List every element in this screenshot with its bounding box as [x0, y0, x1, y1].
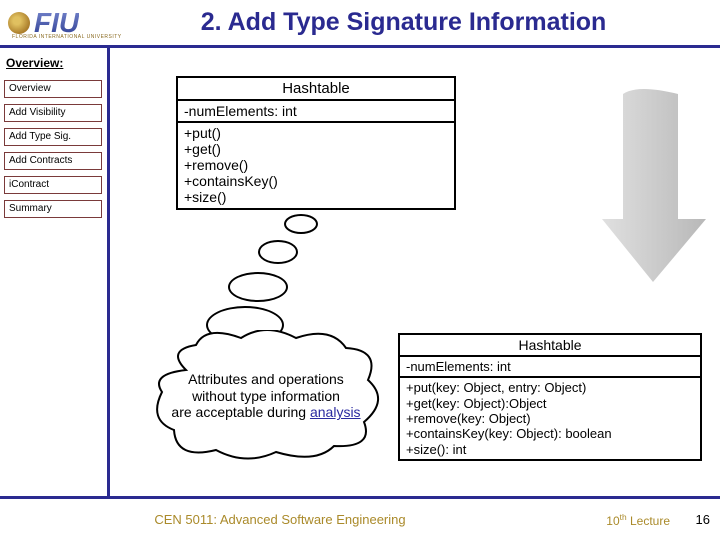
thought-bubble-3	[228, 272, 288, 302]
sidebar-item-add-contracts[interactable]: Add Contracts	[4, 152, 102, 170]
uml-class-before: Hashtable -numElements: int +put() +get(…	[176, 76, 456, 210]
sidebar-item-overview[interactable]: Overview	[4, 80, 102, 98]
sidebar-item-add-type-sig[interactable]: Add Type Sig.	[4, 128, 102, 146]
footer-source: CEN 5011: Advanced Software Engineering	[10, 512, 550, 527]
arrow-down-icon	[598, 84, 708, 284]
uml2-operations: +put(key: Object, entry: Object) +get(ke…	[400, 378, 700, 459]
logo-subtext: FLORIDA INTERNATIONAL UNIVERSITY	[12, 34, 122, 40]
footer: CEN 5011: Advanced Software Engineering …	[0, 496, 720, 540]
cloud-line3a: are acceptable during	[171, 404, 310, 420]
footer-lecture-num: 10	[606, 514, 619, 528]
main-area: Hashtable -numElements: int +put() +get(…	[110, 48, 720, 496]
cloud-analysis-word: analysis	[310, 404, 361, 420]
uml2-name: Hashtable	[400, 335, 700, 357]
fiu-logo: FIU FLORIDA INTERNATIONAL UNIVERSITY	[0, 7, 87, 39]
uml-class-after: Hashtable -numElements: int +put(key: Ob…	[398, 333, 702, 461]
footer-page-number: 16	[670, 512, 710, 527]
uml1-operations: +put() +get() +remove() +containsKey() +…	[178, 123, 454, 207]
footer-lecture: 10th Lecture	[550, 512, 670, 528]
thought-cloud: Attributes and operations without type i…	[160, 346, 372, 446]
uml2-attributes: -numElements: int	[400, 357, 700, 378]
footer-lecture-suffix: th	[620, 512, 627, 522]
paw-icon	[8, 12, 30, 34]
cloud-line1: Attributes and operations	[188, 371, 344, 387]
sidebar-item-icontract[interactable]: iContract	[4, 176, 102, 194]
sidebar: Overview: Overview Add Visibility Add Ty…	[0, 48, 110, 496]
uml1-attributes: -numElements: int	[178, 101, 454, 123]
page-title: 2. Add Type Signature Information	[87, 8, 720, 37]
uml1-name: Hashtable	[178, 78, 454, 101]
sidebar-item-add-visibility[interactable]: Add Visibility	[4, 104, 102, 122]
thought-bubble-2	[258, 240, 298, 264]
sidebar-heading: Overview:	[4, 56, 103, 70]
cloud-line2: without type information	[192, 388, 340, 404]
thought-bubble-1	[284, 214, 318, 234]
footer-lecture-word: Lecture	[627, 514, 670, 528]
sidebar-item-summary[interactable]: Summary	[4, 200, 102, 218]
